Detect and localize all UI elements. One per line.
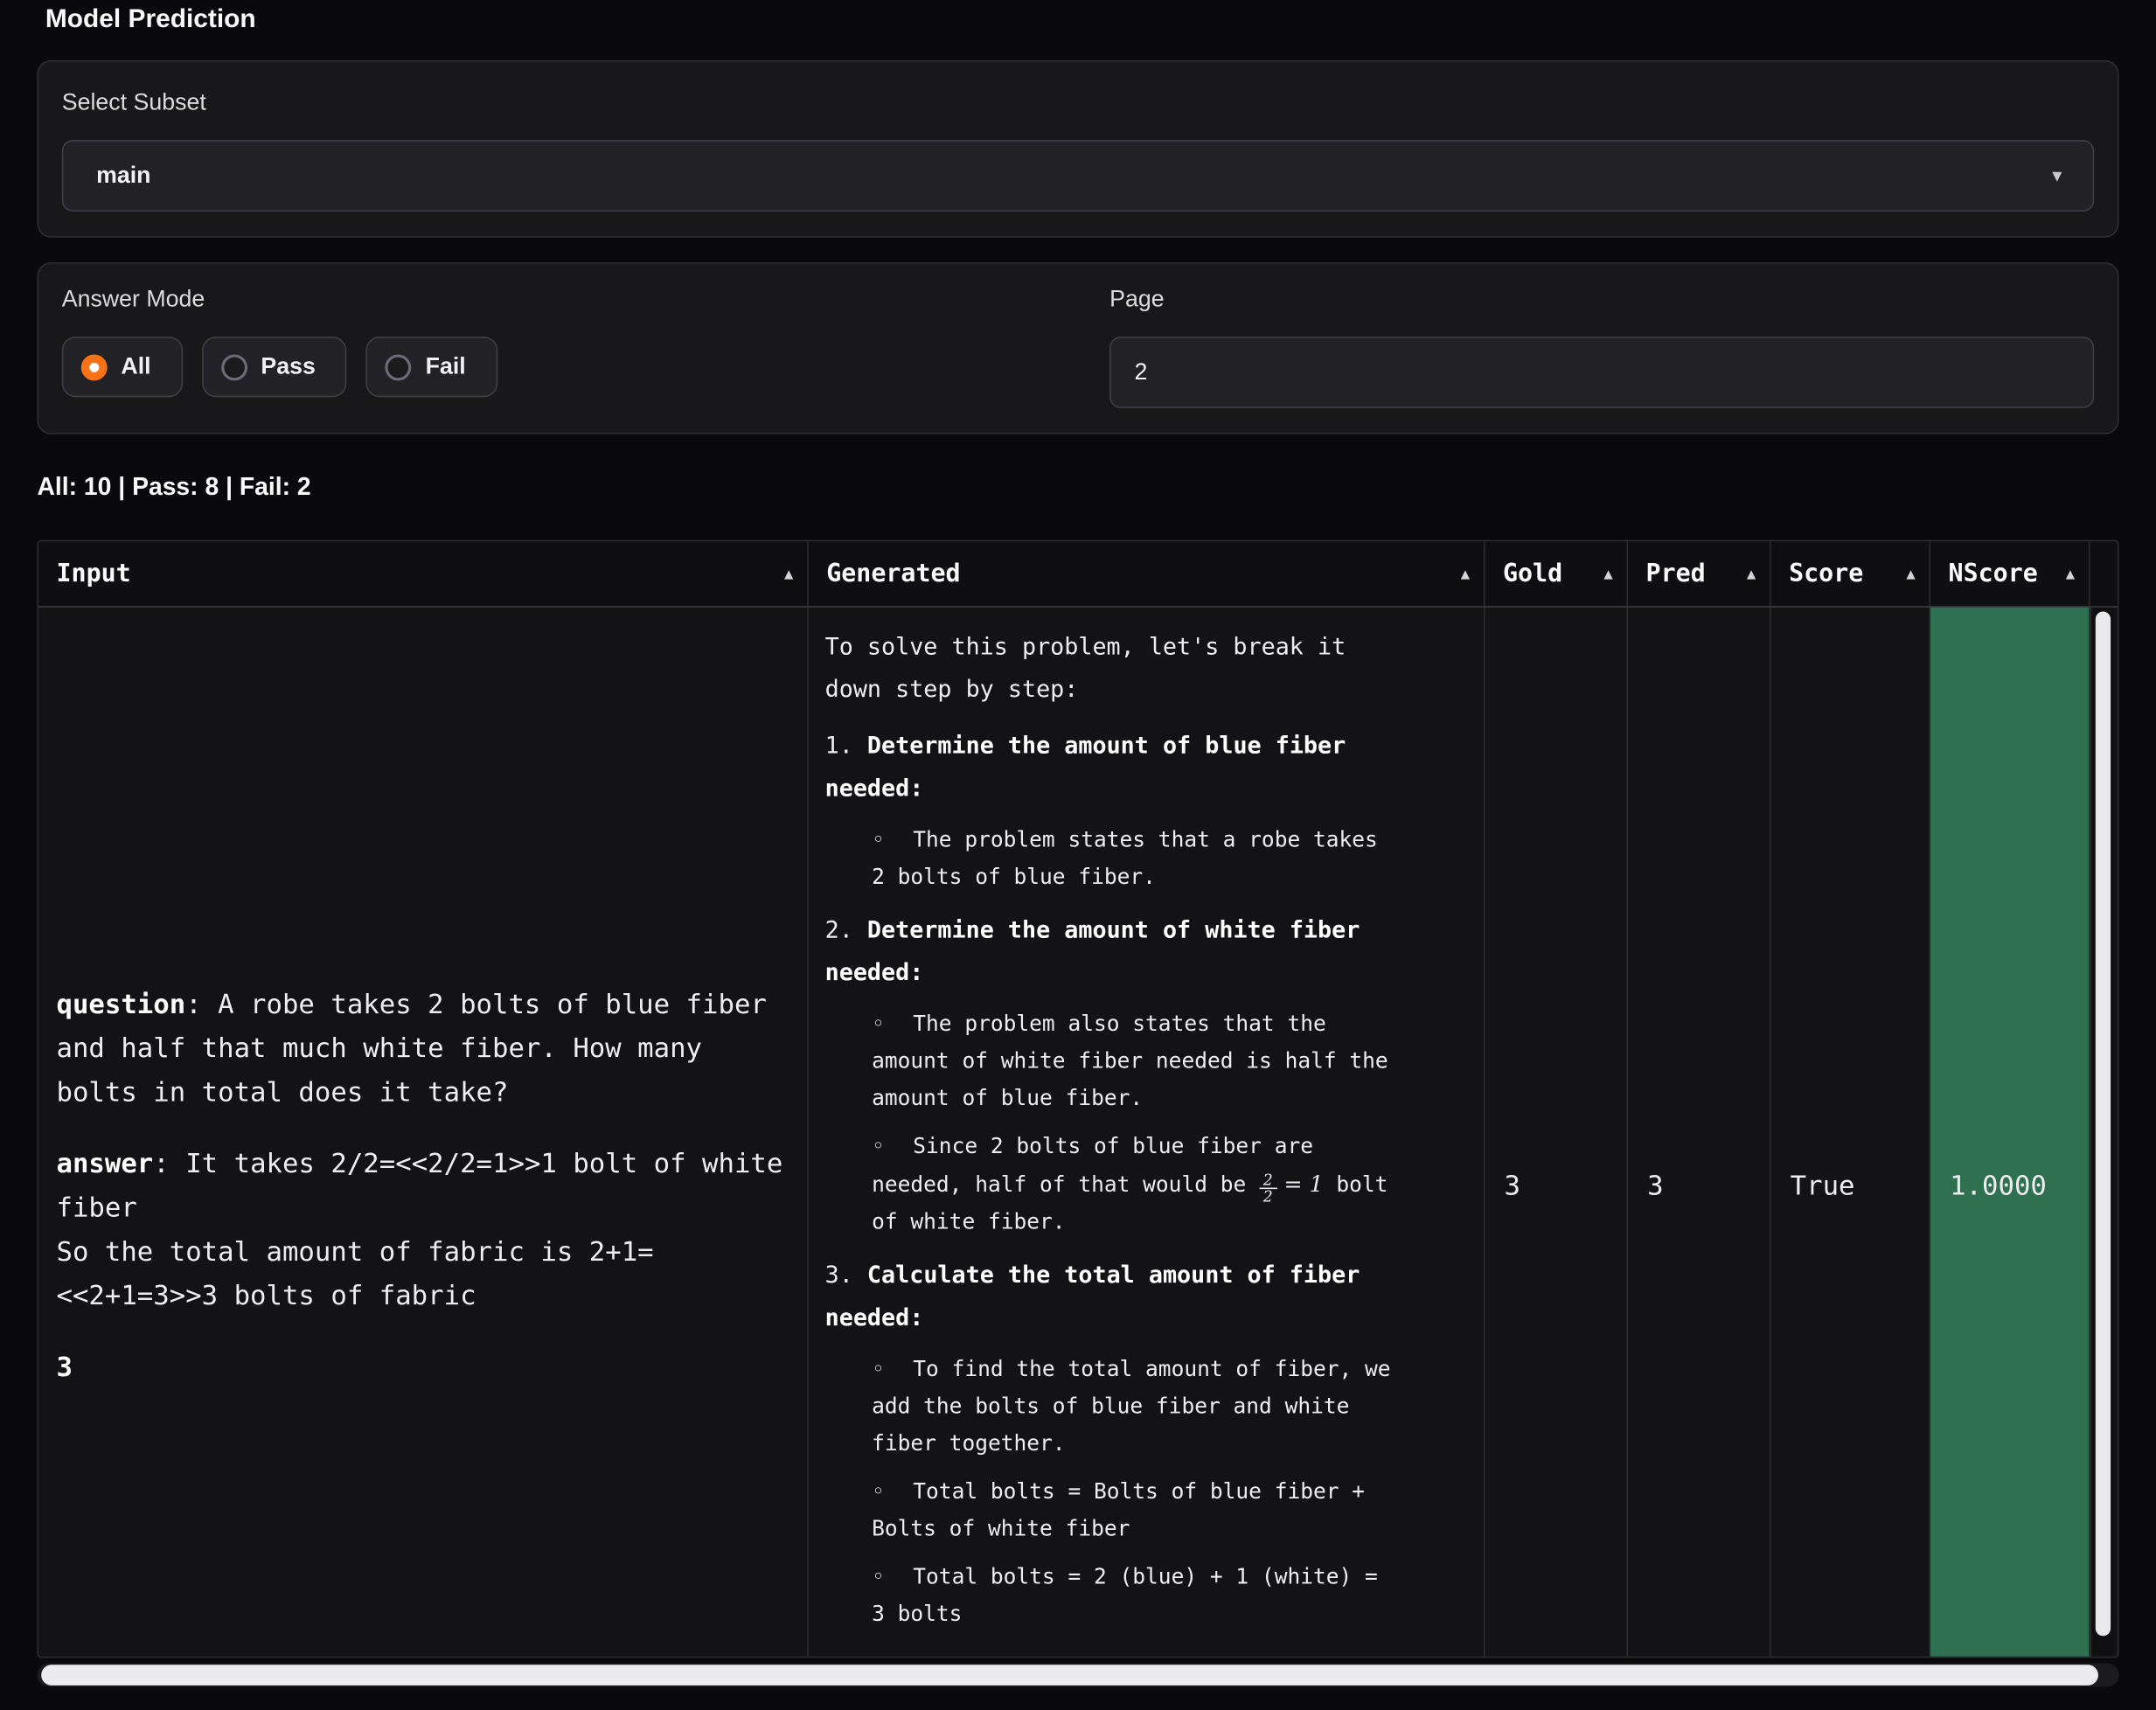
page-input-value: 2 [1134, 358, 1147, 386]
generated-sub-bullet: ◦Total bolts = 2 (blue) + 1 (white) = 3 … [872, 1559, 1401, 1633]
column-header-nscore[interactable]: NScore ▲ [1930, 541, 2090, 606]
results-table: Input▲Generated▲Gold▲Pred▲Score▲NScore▲ … [37, 540, 2118, 1658]
generated-cell[interactable]: To solve this problem, let's break it do… [809, 608, 1485, 1657]
answer-mode-group: All Pass Fail [62, 337, 1109, 397]
table-vertical-scrollbar[interactable] [2090, 608, 2114, 1657]
header-scrollbar-filler [2090, 541, 2114, 606]
answer-mode-option-all[interactable]: All [62, 337, 183, 397]
subset-label: Select Subset [62, 89, 2094, 116]
math-fraction: 22 = 1 [1259, 1172, 1324, 1197]
sort-ascending-icon[interactable]: ▲ [1461, 565, 1470, 582]
radio-icon [81, 354, 108, 380]
table-row: question: A robe takes 2 bolts of blue f… [38, 608, 2118, 1657]
input-text-block: question: A robe takes 2 bolts of blue f… [56, 983, 790, 1115]
radio-option-label: Pass [261, 353, 315, 380]
column-header-pred[interactable]: Pred ▲ [1628, 541, 1771, 606]
page-label: Page [1109, 286, 2094, 313]
gold-cell[interactable]: 3 [1485, 608, 1629, 1657]
column-header-label: Input [56, 560, 130, 588]
radio-option-label: All [121, 353, 150, 380]
input-text-block: 3 [56, 1345, 790, 1389]
sort-ascending-icon[interactable]: ▲ [2066, 565, 2075, 582]
pred-cell[interactable]: 3 [1628, 608, 1771, 1657]
page-title: Model Prediction [45, 5, 2156, 36]
column-header-label: Pred [1646, 560, 1706, 588]
bullet-icon: ◦ [872, 1559, 913, 1595]
generated-sub-bullet: ◦To find the total amount of fiber, we a… [872, 1352, 1401, 1463]
column-header-label: Generated [826, 560, 960, 588]
bullet-icon: ◦ [872, 1129, 913, 1165]
answer-mode-label: Answer Mode [62, 286, 1109, 313]
stats-line: All: 10 | Pass: 8 | Fail: 2 [37, 473, 2156, 502]
app-root: Model Prediction Select Subset main ▼ An… [0, 5, 2156, 1710]
pred-value: 3 [1647, 1170, 1663, 1201]
column-header-input[interactable]: Input ▲ [38, 541, 809, 606]
sort-ascending-icon[interactable]: ▲ [1747, 565, 1756, 582]
nscore-cell[interactable]: 1.0000 [1930, 608, 2090, 1657]
column-header-score[interactable]: Score ▲ [1771, 541, 1930, 606]
column-header-gold[interactable]: Gold ▲ [1485, 541, 1629, 606]
page-input[interactable]: 2 [1109, 337, 2094, 408]
bullet-icon: ◦ [872, 822, 913, 858]
list-number: 1. [825, 733, 867, 760]
generated-sub-bullet: ◦The problem also states that the amount… [872, 1006, 1401, 1117]
answer-mode-option-fail[interactable]: Fail [366, 337, 497, 397]
horizontal-scrollbar-thumb[interactable] [41, 1665, 2098, 1686]
input-text-block: answer: It takes 2/2=<<2/2=1>>1 bolt of … [56, 1143, 790, 1318]
column-header-generated[interactable]: Generated ▲ [809, 541, 1485, 606]
generated-list-item: 1. Determine the amount of blue fiber ne… [825, 726, 1401, 811]
input-cell[interactable]: question: A robe takes 2 bolts of blue f… [38, 608, 809, 1657]
bullet-icon: ◦ [872, 1006, 913, 1043]
sort-ascending-icon[interactable]: ▲ [1603, 565, 1612, 582]
vertical-scrollbar-thumb[interactable] [2096, 612, 2111, 1637]
controls-panel: Answer Mode All Pass Fail Page 2 [37, 262, 2118, 434]
generated-list-item: 3. Calculate the total amount of fiber n… [825, 1255, 1401, 1341]
radio-icon [221, 354, 247, 380]
chevron-down-icon: ▼ [2049, 166, 2066, 185]
bullet-icon: ◦ [872, 1474, 913, 1511]
subset-panel: Select Subset main ▼ [37, 60, 2118, 238]
generated-list-item: 2. Determine the amount of white fiber n… [825, 910, 1401, 996]
subset-dropdown[interactable]: main ▼ [62, 140, 2094, 212]
table-horizontal-scrollbar[interactable] [37, 1664, 2118, 1687]
sort-ascending-icon[interactable]: ▲ [1906, 565, 1915, 582]
sort-ascending-icon[interactable]: ▲ [784, 565, 793, 582]
score-value: True [1791, 1170, 1855, 1201]
gold-value: 3 [1505, 1170, 1520, 1201]
score-cell[interactable]: True [1771, 608, 1930, 1657]
generated-paragraph: To solve this problem, let's break it do… [825, 627, 1401, 712]
column-header-label: Gold [1503, 560, 1562, 588]
bullet-icon: ◦ [872, 1352, 913, 1388]
nscore-value: 1.0000 [1950, 1170, 2047, 1201]
generated-sub-bullet: ◦Total bolts = Bolts of blue fiber + Bol… [872, 1474, 1401, 1548]
table-header-row: Input ▲ Generated ▲ Gold ▲ Pred ▲ Score ▲ NScore ▲ [38, 541, 2118, 607]
radio-option-label: Fail [426, 353, 466, 380]
column-header-label: NScore [1949, 560, 2038, 588]
generated-sub-bullet: ◦The problem states that a robe takes 2 … [872, 822, 1401, 896]
answer-mode-option-pass[interactable]: Pass [202, 337, 347, 397]
subset-dropdown-value: main [96, 162, 150, 189]
list-number: 3. [825, 1262, 867, 1289]
list-number: 2. [825, 917, 867, 944]
radio-icon [386, 354, 412, 380]
generated-sub-bullet: ◦Since 2 bolts of blue fiber are needed,… [872, 1129, 1401, 1241]
column-header-label: Score [1789, 560, 1863, 588]
